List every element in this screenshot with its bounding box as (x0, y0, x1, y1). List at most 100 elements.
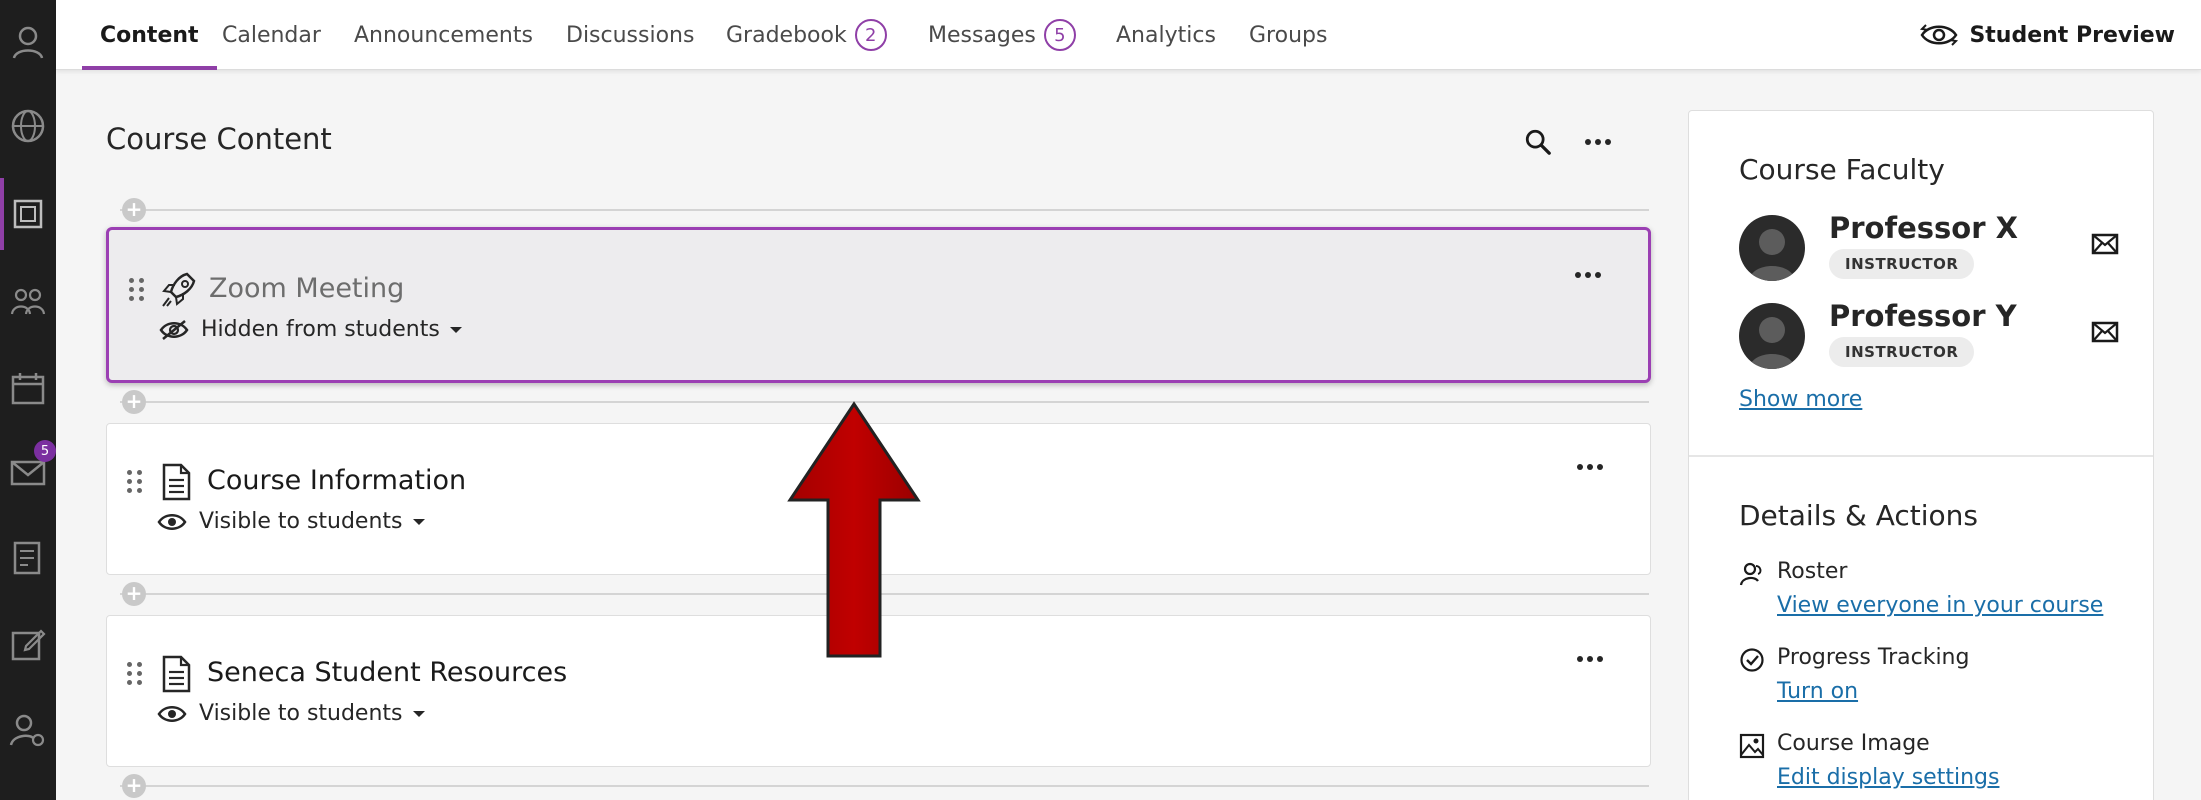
course-details-panel: Course Faculty Professor X INSTRUCTOR Pr… (1688, 110, 2154, 800)
rail-calendar-icon[interactable] (0, 352, 56, 424)
rail-courses-icon[interactable] (0, 178, 56, 250)
eye-off-icon (159, 319, 189, 340)
courses-icon (13, 199, 43, 229)
student-preview-label: Student Preview (1969, 22, 2175, 48)
user-silhouette-icon (1749, 229, 1795, 281)
visibility-dropdown[interactable]: Visible to students (157, 509, 425, 534)
edit-display-settings-link[interactable]: Edit display settings (1777, 765, 1999, 790)
groups-icon (10, 288, 46, 315)
tab-gradebook-label: Gradebook (726, 22, 847, 48)
rail-globe-icon[interactable] (0, 90, 56, 162)
tab-gradebook[interactable]: Gradebook 2 (726, 0, 887, 70)
more-options-icon (1577, 464, 1603, 470)
visibility-dropdown[interactable]: Visible to students (157, 701, 425, 726)
item-more-button[interactable] (1570, 452, 1610, 482)
drag-handle-icon[interactable] (127, 470, 142, 494)
drag-handle-icon[interactable] (127, 662, 142, 686)
details-actions-heading: Details & Actions (1739, 499, 1978, 532)
faculty-member: Professor Y INSTRUCTOR (1739, 299, 2139, 383)
image-icon (1739, 733, 1765, 759)
drag-handle-icon[interactable] (129, 278, 144, 302)
calendar-icon (11, 373, 45, 405)
tab-content[interactable]: Content (82, 0, 217, 70)
course-top-nav: Content Calendar Announcements Discussio… (56, 0, 2201, 70)
globe-icon (11, 109, 45, 143)
visibility-label: Visible to students (199, 509, 403, 534)
tab-content-label: Content (100, 22, 199, 48)
tab-announcements-label: Announcements (354, 22, 533, 48)
document-icon (162, 463, 191, 501)
add-content-button[interactable]: + (122, 390, 146, 414)
edit-icon (11, 629, 46, 661)
more-options-icon (1585, 139, 1611, 145)
item-title[interactable]: Course Information (207, 465, 466, 496)
content-item-zoom-meeting[interactable]: Zoom Meeting Hidden from students (106, 227, 1651, 383)
item-more-button[interactable] (1570, 644, 1610, 674)
tab-calendar[interactable]: Calendar (222, 0, 321, 70)
role-badge: INSTRUCTOR (1829, 337, 1975, 367)
gradebook-count-badge: 2 (854, 19, 887, 51)
item-more-button[interactable] (1568, 260, 1608, 290)
add-content-button[interactable]: + (122, 582, 146, 606)
tab-groups-label: Groups (1249, 22, 1328, 48)
red-up-arrow-annotation (787, 401, 921, 658)
chevron-down-icon (412, 518, 425, 525)
avatar[interactable] (1739, 303, 1805, 369)
mail-icon[interactable] (2091, 321, 2119, 343)
chevron-down-icon (449, 326, 462, 333)
rail-user-icon[interactable] (0, 6, 56, 78)
tab-calendar-label: Calendar (222, 22, 321, 48)
view-roster-link[interactable]: View everyone in your course (1777, 593, 2103, 618)
rail-groups-icon[interactable] (0, 266, 56, 338)
tab-analytics-label: Analytics (1116, 22, 1216, 48)
show-more-link[interactable]: Show more (1739, 387, 1862, 412)
content-more-button[interactable] (1578, 124, 1618, 160)
avatar[interactable] (1739, 215, 1805, 281)
course-image-action: Course Image Edit display settings (1739, 731, 2139, 800)
eye-icon (157, 705, 187, 722)
eye-icon (157, 513, 187, 530)
item-title[interactable]: Seneca Student Resources (207, 657, 567, 688)
roster-label: Roster (1777, 559, 1848, 584)
rail-user-settings-icon[interactable] (0, 694, 56, 766)
add-content-button[interactable]: + (122, 198, 146, 222)
rail-messages-icon[interactable]: 5 (0, 436, 56, 508)
tab-discussions-label: Discussions (566, 22, 695, 48)
tab-analytics[interactable]: Analytics (1116, 0, 1216, 70)
add-content-button[interactable]: + (122, 774, 146, 798)
progress-tracking-action: Progress Tracking Turn on (1739, 645, 2139, 721)
messages-count-badge: 5 (1043, 19, 1076, 51)
mail-icon[interactable] (2091, 233, 2119, 255)
grades-icon (13, 541, 41, 575)
rail-grades-icon[interactable] (0, 522, 56, 594)
visibility-dropdown[interactable]: Hidden from students (159, 317, 462, 342)
visibility-label: Hidden from students (201, 317, 440, 342)
course-image-label: Course Image (1777, 731, 1930, 756)
turn-on-progress-link[interactable]: Turn on (1777, 679, 1858, 704)
roster-icon (1739, 562, 1762, 586)
tab-groups[interactable]: Groups (1249, 0, 1327, 70)
visibility-label: Visible to students (199, 701, 403, 726)
tab-messages[interactable]: Messages 5 (928, 0, 1076, 70)
user-icon (12, 26, 44, 59)
rocket-icon (162, 272, 196, 307)
search-button[interactable] (1520, 124, 1556, 160)
page-title: Course Content (106, 122, 332, 156)
item-title[interactable]: Zoom Meeting (209, 273, 404, 304)
tab-announcements[interactable]: Announcements (354, 0, 533, 70)
check-circle-icon (1740, 648, 1764, 672)
add-divider (120, 209, 1649, 211)
roster-action: Roster View everyone in your course (1739, 559, 2139, 635)
add-divider (120, 785, 1649, 787)
faculty-member: Professor X INSTRUCTOR (1739, 211, 2139, 295)
tab-discussions[interactable]: Discussions (566, 0, 694, 70)
student-preview-button[interactable]: Student Preview (1919, 14, 2175, 56)
user-settings-icon (9, 714, 45, 747)
role-badge: INSTRUCTOR (1829, 249, 1975, 279)
search-icon (1525, 129, 1551, 155)
more-options-icon (1577, 656, 1603, 662)
user-silhouette-icon (1749, 317, 1795, 369)
faculty-name[interactable]: Professor Y (1829, 299, 2017, 333)
rail-edit-icon[interactable] (0, 608, 56, 680)
faculty-name[interactable]: Professor X (1829, 211, 2018, 245)
